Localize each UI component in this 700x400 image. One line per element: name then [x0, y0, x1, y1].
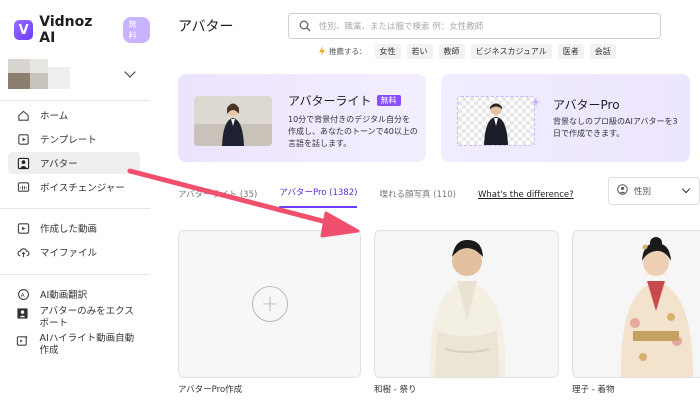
video-icon [16, 221, 30, 235]
sidebar-item-label: マイファイル [40, 248, 98, 259]
sidebar-divider [0, 208, 150, 209]
sidebar-item-voice-changer[interactable]: ボイスチェンジャー [8, 176, 140, 198]
sidebar-item-home[interactable]: ホーム [8, 104, 140, 126]
sidebar-divider [0, 274, 150, 275]
home-icon [16, 108, 30, 122]
vidnoz-logo-icon: V [14, 20, 34, 40]
account-switcher[interactable] [8, 58, 140, 92]
sidebar-item-label: アバターのみをエクスポート [39, 306, 134, 329]
sidebar-item-my-files[interactable]: マイファイル [8, 241, 140, 263]
tag-chip[interactable]: 若い [406, 44, 433, 59]
tag-chip[interactable]: 女性 [374, 44, 401, 59]
template-icon [16, 132, 30, 146]
sidebar-item-avatar[interactable]: アバター [8, 152, 140, 174]
avatar-lite-banner[interactable]: アバターライト 無料 10分で背景付きのデジタル自分を作成し、あなたのトーンで40… [178, 74, 426, 162]
tag-chip[interactable]: ビジネスカジュアル [470, 44, 552, 59]
brand-name: Vidnoz AI [39, 14, 93, 46]
card-label: 和樹 - 祭り [374, 385, 417, 395]
sidebar-item-my-videos[interactable]: 作成した動画 [8, 217, 140, 239]
card-label: 理子 - 着物 [572, 385, 615, 395]
search-placeholder: 性別、職業、または服で検索 例：女性教師 [319, 22, 484, 32]
tab-avatar-lite[interactable]: アバターライト (35) [178, 188, 257, 208]
sidebar-item-label: 作成した動画 [40, 224, 98, 235]
search-input[interactable]: 性別、職業、または服で検索 例：女性教師 [288, 13, 661, 39]
tab-talking-photo[interactable]: 喋れる顔写真 (110) [379, 188, 456, 208]
chevron-down-icon [681, 184, 691, 194]
export-icon [16, 306, 30, 320]
person-icon [617, 184, 628, 198]
avatar [8, 59, 70, 91]
avatar-image [429, 239, 506, 377]
avatar-icon [16, 156, 30, 170]
svg-text:A: A [20, 292, 24, 298]
avatar-card[interactable] [374, 230, 559, 378]
sidebar: V Vidnoz AI 無料 ホーム テンプレート アバター ボイスチェンジャー… [0, 0, 150, 400]
sidebar-item-label: テンプレート [40, 135, 97, 146]
avatar-tabs: アバターライト (35) アバターPro (1382) 喋れる顔写真 (110)… [178, 186, 574, 208]
banner-lite-title: アバターライト 無料 [288, 92, 401, 109]
chevron-down-icon [124, 66, 136, 78]
voice-changer-icon [16, 180, 30, 194]
avatar-pro-preview-image [457, 96, 535, 146]
difference-link[interactable]: What's the difference? [478, 190, 574, 208]
app-root: V Vidnoz AI 無料 ホーム テンプレート アバター ボイスチェンジャー… [0, 0, 700, 400]
avatar-card[interactable] [572, 230, 700, 378]
tag-chip[interactable]: 医者 [557, 44, 584, 59]
lightning-icon [318, 45, 326, 58]
translate-icon: A [16, 287, 30, 301]
page-title: アバター [178, 19, 234, 35]
tab-avatar-pro[interactable]: アバターPro (1382) [279, 186, 358, 208]
highlight-icon [16, 333, 30, 347]
create-avatar-pro-card[interactable]: + [178, 230, 361, 378]
sidebar-item-label: AIハイライト動画自動作成 [39, 333, 135, 356]
sidebar-item-label: アバター [40, 159, 78, 170]
sidebar-item-label: ホーム [40, 111, 69, 122]
sparkle-icon [531, 92, 541, 111]
sidebar-divider [0, 100, 150, 101]
sidebar-item-template[interactable]: テンプレート [8, 128, 140, 150]
tag-chip[interactable]: 会話 [589, 44, 616, 59]
gender-filter-label: 性別 [634, 187, 652, 197]
banner-pro-title: アバターPro [553, 98, 620, 112]
sidebar-item-label: ボイスチェンジャー [40, 183, 125, 194]
avatar-pro-banner[interactable]: アバターPro 背景なしのプロ級のAIアバターを3日で作成できます。 [441, 74, 690, 162]
banner-lite-description: 10分で背景付きのデジタル自分を作成し、あなたのトーンで40以上の言語を話します… [288, 115, 418, 148]
plan-badge: 無料 [122, 17, 150, 43]
recommended-tags: 推薦する： 女性 若い 教師 ビジネスカジュアル 医者 会話 [318, 44, 616, 59]
free-badge: 無料 [376, 95, 401, 106]
gender-filter-select[interactable]: 性別 [608, 177, 700, 205]
sidebar-item-export-avatar[interactable]: アバターのみをエクスポート [8, 306, 140, 332]
sidebar-item-label: AI動画翻訳 [40, 290, 88, 301]
tag-chip[interactable]: 教師 [438, 44, 465, 59]
search-icon [299, 17, 311, 36]
plus-icon: + [252, 286, 288, 322]
sidebar-item-ai-translate[interactable]: A AI動画翻訳 [8, 283, 140, 305]
brand-logo[interactable]: V Vidnoz AI 無料 [14, 14, 150, 46]
avatar-image [620, 237, 693, 377]
banner-pro-description: 背景なしのプロ級のAIアバターを3日で作成できます。 [553, 117, 678, 138]
sidebar-item-ai-highlight[interactable]: AIハイライト動画自動作成 [8, 333, 140, 359]
card-label: アバターPro作成 [178, 385, 243, 395]
tags-label: 推薦する： [318, 45, 367, 58]
cloud-upload-icon [16, 245, 30, 259]
avatar-lite-preview-image [194, 96, 272, 146]
